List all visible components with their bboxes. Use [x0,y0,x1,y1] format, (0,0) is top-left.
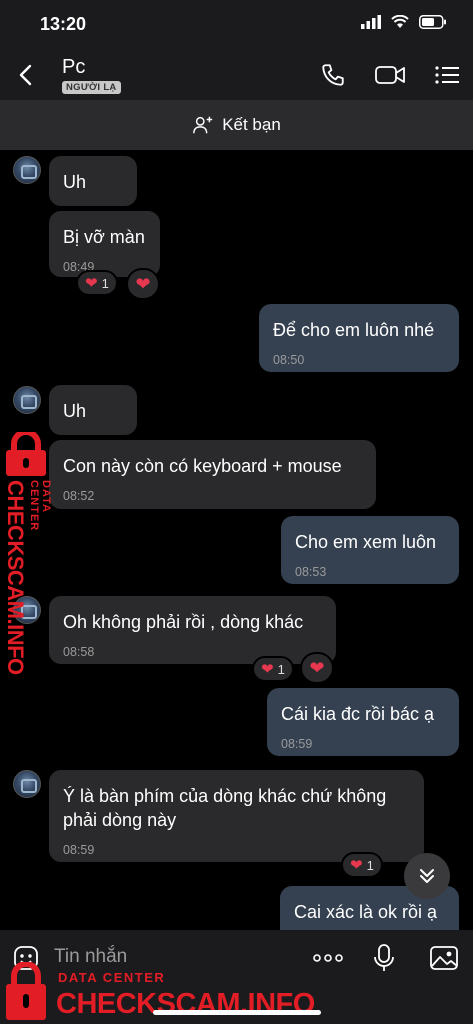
wifi-icon [391,15,409,28]
message-text: Cho em xem luôn [295,532,437,552]
home-indicator [153,1010,321,1015]
phone-icon [322,64,344,86]
contact-avatar[interactable] [13,386,41,414]
reaction-badge[interactable]: ❤ 1 [76,270,118,296]
contact-name[interactable]: Pc [62,56,85,79]
message-text: Bị vỡ màn [63,227,145,247]
battery-icon [419,15,446,29]
message-list[interactable]: Uh Bị vỡ màn 08:49 ❤ 1 ❤ Để cho em luôn … [0,150,473,930]
reaction-count: 1 [277,661,285,677]
add-friend-label: Kết bạn [222,115,281,134]
emoji-button[interactable] [10,942,42,974]
reaction-badge[interactable]: ❤ 1 [341,852,383,878]
message-text: Để cho em luôn nhé [273,320,435,340]
message-bubble[interactable]: Ý là bàn phím của dòng khác chứ không ph… [49,770,424,862]
reaction-count: 1 [101,275,109,291]
message-text: Cái kia đc rồi bác ạ [281,704,435,724]
video-call-button[interactable] [372,60,408,90]
voice-call-button[interactable] [318,60,348,90]
add-user-icon [193,116,213,134]
contact-avatar[interactable] [13,770,41,798]
status-time: 13:20 [40,14,87,34]
menu-button[interactable] [432,60,462,90]
reaction-badge[interactable]: ❤ 1 [252,656,294,682]
message-time: 08:53 [295,565,327,579]
message-text: Uh [63,401,87,421]
chat-header: Pc NGƯỜI LẠ [0,46,473,100]
cellular-signal-icon [361,15,381,29]
voice-message-button[interactable] [368,942,400,974]
scroll-to-bottom-button[interactable] [404,853,450,899]
status-bar: 13:20 [0,0,473,46]
more-dots-icon [313,954,343,962]
stranger-badge: NGƯỜI LẠ [62,81,121,94]
message-input[interactable]: Tin nhắn [54,946,127,968]
more-options-button[interactable] [312,942,344,974]
message-time: 08:50 [273,353,305,367]
video-camera-icon [375,66,405,84]
microphone-icon [374,944,394,971]
heart-icon: ❤ [309,658,325,678]
contact-avatar[interactable] [13,596,41,624]
contact-avatar[interactable] [13,156,41,184]
list-menu-icon [435,66,459,84]
add-friend-button[interactable]: Kết bạn [0,100,473,150]
heart-icon: ❤ [350,856,363,874]
back-button[interactable] [12,60,38,90]
message-text: Uh [63,172,87,192]
reaction-count: 1 [366,857,374,873]
message-time: 08:52 [63,489,95,503]
message-bubble[interactable]: Oh không phải rồi , dòng khác 08:58 [49,596,336,664]
message-time: 08:59 [281,737,313,751]
message-text: Ý là bàn phím của dòng khác chứ không ph… [63,786,387,830]
message-text: Con này còn có keyboard + mouse [63,456,342,476]
message-bubble[interactable]: Để cho em luôn nhé 08:50 [259,304,459,372]
message-bubble[interactable]: Uh [49,156,137,206]
message-bubble[interactable]: Cái kia đc rồi bác ạ 08:59 [267,688,459,756]
status-icons [361,15,447,29]
message-bubble[interactable]: Cho em xem luôn 08:53 [281,516,459,584]
message-text: Oh không phải rồi , dòng khác [63,612,304,632]
heart-icon: ❤ [85,274,98,292]
add-reaction-button[interactable]: ❤ [126,268,160,300]
photo-button[interactable] [428,942,460,974]
add-reaction-button[interactable]: ❤ [300,652,334,684]
double-chevron-down-icon [420,869,434,883]
image-icon [430,946,458,970]
sticker-icon [14,946,38,970]
message-text: Cai xác là ok rồi ạ [294,902,438,922]
heart-icon: ❤ [135,274,151,294]
chevron-left-icon [19,64,32,86]
heart-icon: ❤ [261,660,274,678]
message-bubble[interactable]: Con này còn có keyboard + mouse 08:52 [49,440,376,509]
message-bubble[interactable]: Uh [49,385,137,435]
